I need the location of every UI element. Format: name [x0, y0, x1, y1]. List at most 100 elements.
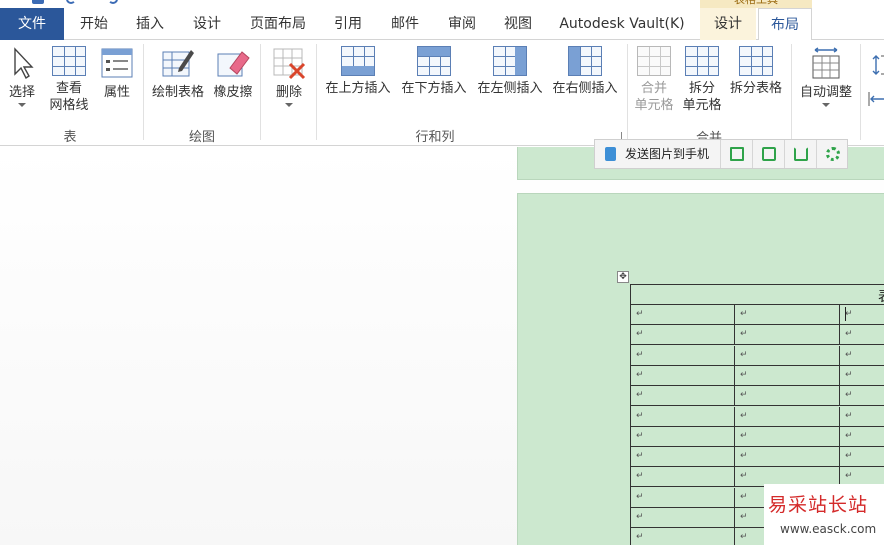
table-cell[interactable]: ↵	[735, 386, 840, 407]
table-cell[interactable]: ↵	[840, 447, 884, 467]
table-cell[interactable]: ↵	[631, 528, 735, 545]
table-header-row[interactable]: 表	[631, 285, 884, 305]
table-cell[interactable]: ↵	[735, 426, 840, 447]
insert-left-label: 在左侧插入	[477, 81, 543, 96]
redo-icon[interactable]	[108, 0, 118, 4]
table-cell[interactable]: ↵	[735, 325, 840, 346]
group-label-draw: 绘图	[188, 130, 215, 145]
tab-page-layout[interactable]: 页面布局	[236, 8, 320, 40]
gear-icon	[826, 147, 840, 161]
table-cell[interactable]: ↵	[631, 386, 735, 407]
merge-cells-label-2: 单元格	[634, 98, 674, 113]
tab-design[interactable]: 设计	[178, 8, 236, 40]
insert-above-label: 在上方插入	[325, 81, 391, 96]
insert-above-button[interactable]: 在上方插入	[322, 46, 394, 97]
save-icon[interactable]	[32, 0, 44, 4]
save-icon	[762, 147, 776, 161]
save-image-button[interactable]	[753, 140, 785, 168]
watermark-url: www.easck.com	[780, 522, 877, 536]
select-label: 选择	[8, 85, 35, 100]
table-row[interactable]: ↵↵↵	[631, 345, 884, 366]
view-gridlines-label-2: 网格线	[49, 98, 89, 113]
table-cell[interactable]: ↵	[840, 407, 884, 427]
insert-right-button[interactable]: 在右侧插入	[549, 46, 621, 97]
view-gridlines-button[interactable]: 查看 网格线	[46, 46, 92, 114]
group-separator	[791, 44, 792, 140]
split-table-label: 拆分表格	[729, 81, 782, 96]
tab-insert[interactable]: 插入	[122, 8, 178, 40]
insert-column-right-icon	[568, 46, 602, 76]
tab-review[interactable]: 审阅	[434, 8, 490, 40]
autofit-icon	[812, 47, 840, 79]
table-cell[interactable]: ↵	[631, 447, 735, 468]
table-cell[interactable]: ↵	[631, 487, 735, 508]
table-cell[interactable]: ↵	[735, 365, 840, 386]
insert-row-above-icon	[341, 46, 375, 76]
table-row[interactable]: ↵↵↵	[631, 325, 884, 346]
table-cell[interactable]: ↵	[631, 365, 735, 386]
split-table-icon	[739, 46, 773, 76]
table-cell[interactable]: ↵	[631, 305, 735, 325]
table-cell[interactable]: ↵	[840, 305, 884, 325]
table-cell[interactable]: ↵	[840, 427, 884, 447]
tab-table-layout[interactable]: 布局	[758, 8, 812, 41]
insert-left-button[interactable]: 在左侧插入	[474, 46, 546, 97]
title-bar: 表格工具	[0, 0, 884, 8]
table-cell[interactable]: ↵	[631, 508, 735, 528]
split-cells-button[interactable]: 拆分 单元格	[680, 46, 724, 114]
merge-cells-button[interactable]: 合并 单元格	[632, 46, 676, 114]
table-row[interactable]: ↵↵↵	[631, 447, 884, 468]
properties-button[interactable]: 属性	[98, 46, 136, 101]
autofit-button[interactable]: 自动调整	[796, 46, 856, 107]
settings-button[interactable]	[817, 140, 849, 168]
table-row[interactable]: ↵↵↵	[631, 305, 884, 325]
eraser-button[interactable]: 橡皮擦	[210, 46, 256, 101]
table-cell[interactable]: ↵	[840, 366, 884, 386]
tab-home[interactable]: 开始	[66, 8, 122, 40]
split-cells-label-2: 单元格	[682, 98, 722, 113]
ribbon-layout-panel: 选择 查看 网格线 属性 表 绘制表格 橡皮擦 绘图 删除 在上方插入 在下方插…	[0, 40, 884, 146]
row-height-icon[interactable]	[868, 54, 884, 76]
table-cell[interactable]: ↵	[735, 447, 840, 468]
group-label-rows-columns: 行和列	[415, 130, 455, 145]
table-cell[interactable]: ↵	[631, 467, 735, 488]
expand-icon	[730, 147, 744, 161]
tab-table-design[interactable]: 设计	[700, 8, 756, 40]
column-width-icon[interactable]	[868, 90, 884, 108]
table-cell[interactable]: ↵	[735, 305, 840, 325]
table-cell[interactable]: ↵	[631, 345, 735, 366]
tab-view[interactable]: 视图	[490, 8, 546, 40]
group-separator	[143, 44, 144, 140]
gridlines-icon	[52, 46, 86, 76]
table-header-text: 表	[878, 286, 884, 306]
table-cell[interactable]: ↵	[631, 325, 735, 346]
tab-references[interactable]: 引用	[320, 8, 376, 40]
table-cell[interactable]: ↵	[840, 325, 884, 345]
table-row[interactable]: ↵↵↵	[631, 426, 884, 447]
fullscreen-button[interactable]	[721, 140, 753, 168]
table-row[interactable]: ↵↵↵	[631, 386, 884, 407]
send-to-phone-button[interactable]: 发送图片到手机	[595, 140, 721, 168]
table-cell[interactable]: ↵	[631, 406, 735, 427]
share-button[interactable]	[785, 140, 817, 168]
table-row[interactable]: ↵↵↵	[631, 406, 884, 427]
merge-cells-icon	[637, 46, 671, 76]
tab-mailings[interactable]: 邮件	[376, 8, 434, 40]
select-button[interactable]: 选择	[4, 46, 40, 107]
table-row[interactable]: ↵↵↵	[631, 365, 884, 386]
table-cell[interactable]: ↵	[735, 345, 840, 366]
tab-file[interactable]: 文件	[0, 8, 64, 40]
draw-table-button[interactable]: 绘制表格	[148, 46, 208, 101]
autofit-label: 自动调整	[799, 85, 852, 100]
group-separator	[260, 44, 261, 140]
tab-autodesk-vault[interactable]: Autodesk Vault(K)	[548, 8, 696, 40]
table-cell[interactable]: ↵	[840, 386, 884, 406]
table-cell[interactable]: ↵	[631, 426, 735, 447]
delete-button[interactable]: 删除	[268, 46, 310, 107]
table-cell[interactable]: ↵	[840, 346, 884, 366]
undo-icon[interactable]	[66, 0, 76, 4]
split-table-button[interactable]: 拆分表格	[726, 46, 786, 97]
table-move-handle-icon[interactable]: ✥	[617, 271, 629, 283]
table-cell[interactable]: ↵	[735, 406, 840, 427]
insert-below-button[interactable]: 在下方插入	[398, 46, 470, 97]
